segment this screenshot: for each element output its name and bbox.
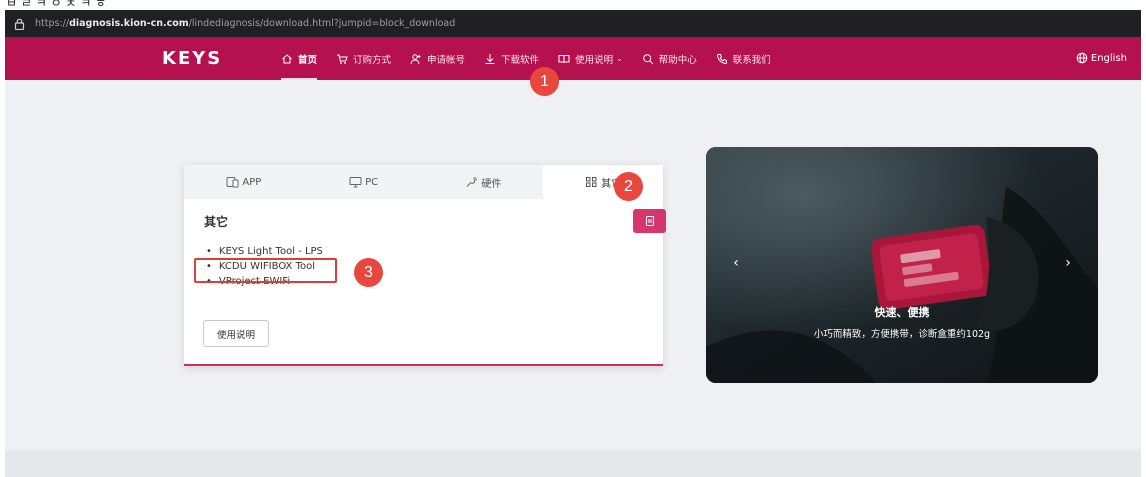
page: ㅂ ㄹ ㅋ ㅇ ㅊ ㅋ ㅎ https://diagnosis.kion-cn.… xyxy=(0,0,1146,477)
nav-item-order[interactable]: 订购方式 xyxy=(336,37,391,80)
monitor-icon xyxy=(349,177,362,188)
nav-item-label: 订购方式 xyxy=(353,54,392,66)
tab-label: APP xyxy=(242,176,262,188)
download-link-keys-light-tool[interactable]: KEYS Light Tool - LPS xyxy=(206,244,323,259)
home-icon xyxy=(282,53,292,63)
tab-other[interactable]: 其它 xyxy=(543,165,663,199)
annotation-badge-2: 2 xyxy=(614,172,643,201)
cart-icon xyxy=(337,54,348,64)
top-cropped-label: ㅂ ㄹ ㅋ ㅇ ㅊ ㅋ ㅎ xyxy=(6,0,107,10)
nav-item-label: 首页 xyxy=(298,54,318,66)
url-host: diagnosis.kion-cn.com xyxy=(69,18,189,29)
keys-logo[interactable]: KEYS xyxy=(162,48,222,69)
lock-icon xyxy=(11,16,27,32)
nav-item-home[interactable]: 首页 xyxy=(281,37,318,80)
footer-strip xyxy=(5,450,1141,477)
nav-item-contact[interactable]: 联系我们 xyxy=(716,37,771,80)
book-icon xyxy=(558,54,570,63)
nav-item-label: 申请帐号 xyxy=(427,54,466,66)
manual-button[interactable]: 使用说明 xyxy=(203,320,269,347)
url-scheme: https:// xyxy=(35,18,70,29)
nav-item-label: 使用说明 xyxy=(575,54,614,66)
annotation-badge-3: 3 xyxy=(354,258,383,287)
top-cropped-text: ㅂ ㄹ ㅋ ㅇ ㅊ ㅋ ㅎ xyxy=(0,0,1146,10)
chevron-down-icon: ⌄ xyxy=(616,54,623,63)
tab-label: PC xyxy=(365,176,379,188)
add-user-icon xyxy=(410,53,421,64)
nav-item-label: 帮助中心 xyxy=(658,54,697,66)
url-text[interactable]: https://diagnosis.kion-cn.com/lindediagn… xyxy=(35,18,455,29)
annotation-badge-1: 1 xyxy=(530,67,559,96)
language-label: English xyxy=(1090,52,1127,64)
mobile-icon xyxy=(226,177,239,188)
tab-label: 硬件 xyxy=(481,178,502,190)
language-switch[interactable]: English xyxy=(1076,52,1127,64)
globe-icon xyxy=(1076,52,1088,64)
feature-carousel: ‹ › 快速、便携 小巧而精致，方便携带，诊断盒重约102g xyxy=(706,147,1098,383)
nav-item-label: 下载软件 xyxy=(501,54,540,66)
carousel-caption-title: 快速、便携 xyxy=(874,306,930,319)
browser-address-bar[interactable]: https://diagnosis.kion-cn.com/lindediagn… xyxy=(5,10,1141,37)
carousel-image xyxy=(706,147,1098,383)
hardware-icon xyxy=(467,177,478,187)
download-tabs: APP PC 硬件 其它 xyxy=(184,165,663,199)
url-path: /lindediagnosis/download.html?jumpid=blo… xyxy=(188,18,456,29)
tab-pc[interactable]: PC xyxy=(304,165,424,199)
tab-app[interactable]: APP xyxy=(184,165,304,199)
grid-icon xyxy=(586,177,597,187)
document-icon xyxy=(645,215,654,227)
site-navbar: KEYS 首页 订购方式 申请帐号 下载软件 使用说明 ⌄ 帮助中心 联系我们 … xyxy=(5,37,1141,80)
download-icon xyxy=(485,53,495,64)
carousel-caption-subtitle: 小巧而精致，方便携带，诊断盒重约102g xyxy=(813,329,991,340)
annotation-highlight-box xyxy=(194,258,337,283)
nav-item-apply-account[interactable]: 申请帐号 xyxy=(410,37,465,80)
section-heading: 其它 xyxy=(204,215,229,229)
search-icon xyxy=(642,53,654,64)
tab-hardware[interactable]: 硬件 xyxy=(424,165,544,199)
side-document-button[interactable] xyxy=(633,209,666,233)
carousel-prev-arrow[interactable]: ‹ xyxy=(728,253,744,273)
phone-icon xyxy=(716,53,727,64)
nav-item-help[interactable]: 帮助中心 xyxy=(642,37,697,80)
carousel-next-arrow[interactable]: › xyxy=(1060,253,1076,273)
nav-item-manual[interactable]: 使用说明 ⌄ xyxy=(558,37,623,80)
nav-item-label: 联系我们 xyxy=(732,54,771,66)
